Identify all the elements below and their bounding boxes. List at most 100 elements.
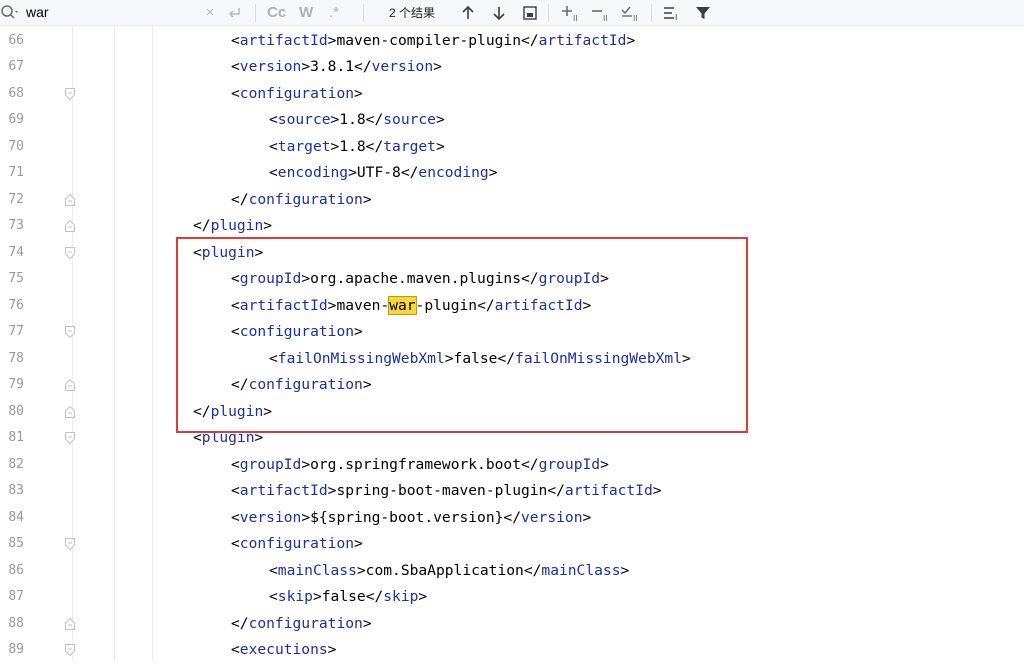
code-line[interactable]: </configuration>	[231, 611, 372, 638]
xml-tag-name: encoding	[418, 164, 489, 181]
code-line[interactable]: <version>3.8.1</version>	[231, 54, 442, 81]
xml-bracket: >	[348, 164, 357, 181]
select-all-icon[interactable]: II	[619, 0, 643, 26]
xml-bracket: </	[231, 614, 249, 632]
result-count: 2 个结果	[389, 6, 436, 20]
code-line[interactable]: <configuration>	[231, 81, 363, 108]
line-number: 80	[8, 403, 24, 419]
xml-text: com.SbaApplication	[365, 561, 524, 579]
xml-bracket: <	[269, 137, 278, 155]
xml-tag-name: artifactId	[239, 482, 328, 499]
xml-bracket: >	[600, 455, 609, 473]
xml-bracket: >	[312, 588, 322, 605]
open-in-window-icon[interactable]	[519, 0, 541, 26]
line-number: 69	[8, 112, 24, 127]
regex-icon[interactable]: .*	[329, 0, 339, 26]
xml-tag-name: version	[520, 508, 583, 526]
xml-bracket: >	[330, 111, 340, 128]
xml-bracket: <	[231, 455, 240, 473]
code-line[interactable]: <configuration>	[231, 531, 363, 558]
search-input[interactable]	[26, 0, 196, 25]
xml-bracket: <	[231, 641, 240, 658]
xml-bracket: >	[330, 137, 340, 155]
line-number: 86	[8, 562, 24, 578]
words-icon[interactable]: W	[299, 0, 313, 26]
xml-tag-name: encoding	[277, 164, 349, 181]
xml-text: maven-compiler-plugin	[336, 31, 521, 49]
fold-end-icon[interactable]	[64, 378, 76, 392]
xml-text: org.springframework.boot	[310, 455, 521, 473]
remove-selection-icon[interactable]: II	[589, 0, 613, 26]
xml-text: 1.8	[339, 137, 366, 155]
fold-end-icon[interactable]	[64, 405, 76, 419]
replace-toggle-icon[interactable]	[224, 0, 246, 26]
fold-open-icon[interactable]	[64, 643, 76, 657]
prev-occurrence-icon[interactable]	[458, 0, 478, 26]
add-selection-icon[interactable]: II	[559, 0, 583, 26]
code-line[interactable]: <groupId>org.springframework.boot</group…	[231, 452, 609, 479]
line-number: 76	[8, 297, 24, 313]
match-case-icon[interactable]: Cc	[267, 0, 286, 26]
xml-bracket: >	[582, 508, 592, 526]
line-number: 68	[8, 85, 24, 101]
code-line[interactable]: <target>1.8</target>	[269, 134, 445, 161]
line-number: 88	[8, 615, 24, 631]
code-line[interactable]: <mainClass>com.SbaApplication</mainClass…	[269, 558, 629, 585]
xml-tag-name: mainClass	[277, 561, 357, 579]
line-number: 83	[8, 483, 24, 498]
xml-bracket: >	[354, 84, 363, 102]
xml-bracket: >	[362, 190, 372, 208]
fold-end-icon[interactable]	[64, 617, 76, 631]
code-line[interactable]: </plugin>	[193, 213, 272, 240]
search-icon[interactable]	[0, 4, 20, 22]
xml-tag-name: artifactId	[538, 31, 627, 49]
xml-text: UTF-8	[356, 164, 401, 181]
xml-bracket: </	[400, 164, 419, 181]
xml-bracket: </	[520, 31, 539, 49]
xml-text: 3.8.1	[310, 58, 355, 75]
xml-tag-name: artifactId	[564, 482, 653, 499]
xml-tag-name: executions	[239, 641, 328, 658]
xml-tag-name: skip	[383, 588, 419, 605]
clear-icon[interactable]: ×	[201, 0, 219, 26]
code-editor[interactable]: 66 <artifactId>maven-compiler-plugin</art…	[0, 26, 1024, 660]
xml-tag-name: skip	[277, 588, 313, 605]
indent-guide	[114, 26, 115, 660]
fold-end-icon[interactable]	[64, 193, 76, 207]
line-number: 66	[8, 32, 24, 48]
line-number: 87	[8, 589, 24, 604]
xml-text: ${spring-boot.version}	[310, 508, 504, 526]
svg-text:II: II	[573, 14, 578, 22]
fold-end-icon[interactable]	[64, 219, 76, 233]
line-number: 79	[8, 377, 24, 392]
fold-open-icon[interactable]	[64, 87, 76, 101]
filter-icon[interactable]: I	[661, 0, 683, 26]
code-line[interactable]: <source>1.8</source>	[269, 107, 445, 134]
xml-bracket: </	[365, 588, 384, 605]
line-number: 75	[8, 271, 24, 286]
code-line[interactable]: <skip>false</skip>	[269, 584, 427, 611]
code-line[interactable]: </configuration>	[231, 187, 372, 214]
code-line[interactable]: <encoding>UTF-8</encoding>	[269, 160, 498, 187]
gutter-border	[72, 26, 73, 660]
xml-bracket: >	[301, 455, 311, 473]
xml-bracket: <	[231, 58, 240, 75]
fold-open-icon[interactable]	[64, 431, 76, 445]
fold-open-icon[interactable]	[64, 537, 76, 551]
line-number: 74	[8, 244, 24, 260]
code-line[interactable]: <artifactId>spring-boot-maven-plugin</ar…	[231, 478, 662, 505]
line-number: 85	[8, 536, 24, 551]
xml-bracket: >	[301, 58, 311, 75]
code-line[interactable]: <artifactId>maven-compiler-plugin</artif…	[231, 28, 635, 55]
xml-text: false	[321, 588, 366, 605]
xml-bracket: >	[327, 641, 337, 658]
line-number: 81	[8, 430, 24, 445]
line-number: 84	[8, 509, 24, 525]
fold-open-icon[interactable]	[64, 246, 76, 260]
xml-tag-name: target	[383, 137, 436, 155]
fold-open-icon[interactable]	[64, 325, 76, 339]
svg-text:II: II	[633, 14, 638, 22]
code-line[interactable]: <version>${spring-boot.version}</version…	[231, 505, 591, 532]
next-occurrence-icon[interactable]	[489, 0, 509, 26]
funnel-icon[interactable]	[692, 0, 714, 26]
